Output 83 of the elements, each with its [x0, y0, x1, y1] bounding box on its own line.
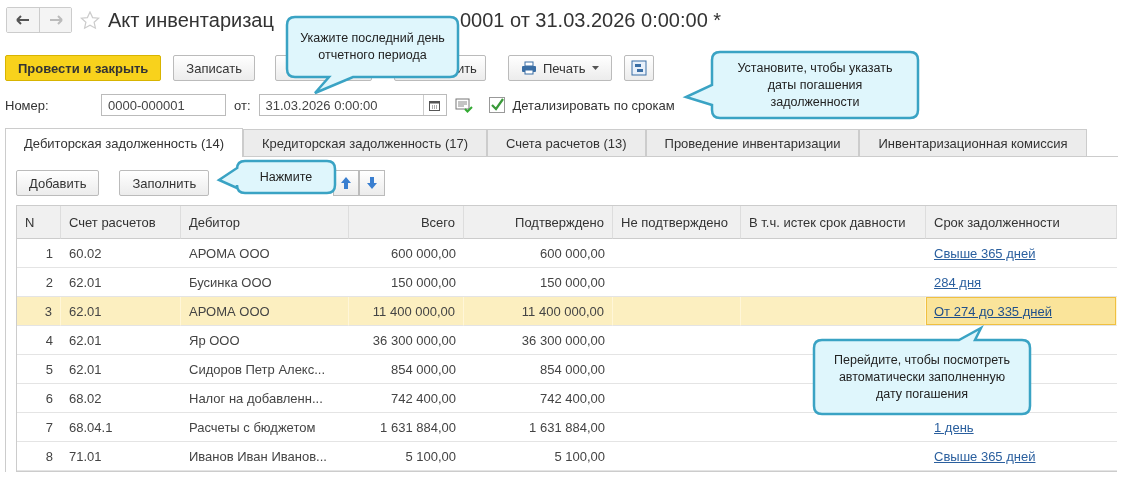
document-check-icon[interactable]	[454, 97, 473, 113]
term-link[interactable]: От 274 до 335 дней	[926, 297, 1117, 326]
date-field[interactable]: 31.03.2026 0:00:00	[258, 94, 447, 116]
callout-text: Установите, чтобы указать даты погашения задолженности	[736, 59, 894, 111]
printer-icon	[520, 61, 537, 75]
table-cell: 68.02	[61, 384, 181, 413]
back-arrow-icon	[16, 15, 30, 25]
column-header[interactable]: Не подтверждено	[613, 206, 741, 239]
back-button[interactable]	[7, 8, 39, 32]
table-cell: 1 631 884,00	[464, 413, 613, 442]
add-button[interactable]: Добавить	[16, 170, 100, 196]
table-cell: 600 000,00	[349, 239, 464, 268]
table-cell: 36 300 000,00	[464, 326, 613, 355]
table-cell: 62.01	[61, 326, 181, 355]
forward-arrow-icon	[48, 15, 63, 25]
table-cell: 7	[17, 413, 61, 442]
tab[interactable]: Дебиторская задолженность (14)	[5, 128, 243, 157]
table-cell: АРОМА ООО	[181, 239, 349, 268]
move-down-button[interactable]	[359, 170, 386, 196]
table-cell: 60.02	[61, 239, 181, 268]
table-cell: 854 000,00	[464, 355, 613, 384]
table-cell: 3	[17, 297, 61, 326]
table-cell: 742 400,00	[464, 384, 613, 413]
table-cell: 600 000,00	[464, 239, 613, 268]
column-header[interactable]: Счет расчетов	[61, 206, 181, 239]
table-cell: 36 300 000,00	[349, 326, 464, 355]
table-cell: 6	[17, 384, 61, 413]
tab[interactable]: Кредиторская задолженность (17)	[243, 129, 487, 156]
table-cell: 62.01	[61, 297, 181, 326]
detail-checkbox[interactable]	[488, 97, 505, 113]
save-button[interactable]: Записать	[173, 55, 255, 81]
column-header[interactable]: В т.ч. истек срок давности	[741, 206, 926, 239]
table-cell: АРОМА ООО	[181, 297, 349, 326]
number-label: Номер:	[5, 97, 50, 113]
table-cell: 854 000,00	[349, 355, 464, 384]
table-cell: 1	[17, 239, 61, 268]
table-cell: 11 400 000,00	[464, 297, 613, 326]
column-header[interactable]: Срок задолженности	[926, 206, 1117, 239]
arrow-up-icon	[341, 177, 352, 189]
tab[interactable]: Счета расчетов (13)	[487, 129, 646, 156]
table-cell: 1 631 884,00	[349, 413, 464, 442]
structure-button[interactable]	[623, 55, 654, 81]
term-link[interactable]: Свыше 365 дней	[926, 239, 1117, 268]
arrow-down-icon	[367, 177, 378, 189]
star-icon[interactable]	[80, 10, 100, 30]
date-label: от:	[234, 97, 251, 113]
table-cell: 4	[17, 326, 61, 355]
table-cell: Яр ООО	[181, 326, 349, 355]
window-title: 0001 от 31.03.2026 0:00:00 *	[459, 8, 722, 32]
callout-text: Нажмите	[258, 168, 314, 186]
table-cell: 5 100,00	[349, 442, 464, 471]
column-header[interactable]: Всего	[349, 206, 464, 239]
date-value: 31.03.2026 0:00:00	[265, 97, 378, 113]
table-cell: 71.01	[61, 442, 181, 471]
table-cell: 8	[17, 442, 61, 471]
tab[interactable]: Инвентаризационная комиссия	[859, 129, 1087, 156]
post-and-close-button[interactable]: Провести и закрыть	[5, 55, 162, 81]
table-cell: Иванов Иван Иванов...	[181, 442, 349, 471]
column-header[interactable]: Дебитор	[181, 206, 349, 239]
table-cell: 5 100,00	[464, 442, 613, 471]
caret-icon	[591, 66, 599, 70]
table-cell: Налог на добавленн...	[181, 384, 349, 413]
table-cell: 742 400,00	[349, 384, 464, 413]
tab[interactable]: Проведение инвентаризации	[645, 129, 860, 156]
fill-button[interactable]: Заполнить	[119, 170, 210, 196]
calendar-icon[interactable]	[429, 99, 440, 111]
column-header[interactable]: Подтверждено	[464, 206, 613, 239]
structure-icon	[630, 60, 647, 76]
table-cell: Сидоров Петр Алекс...	[181, 355, 349, 384]
table-cell: 68.04.1	[61, 413, 181, 442]
checkbox-label: Детализировать по срокам	[512, 97, 675, 113]
table-cell: 62.01	[61, 355, 181, 384]
table-cell: 5	[17, 355, 61, 384]
number-field[interactable]: 0000-000001	[101, 94, 226, 116]
column-header[interactable]: N	[17, 206, 61, 239]
callout-text: Перейдите, чтобы посмотреть автоматически заполненную дату погашения	[833, 351, 1011, 403]
print-button[interactable]: Печать	[507, 55, 612, 81]
checkmark-icon	[489, 98, 504, 112]
callout-text: Укажите последний день отчетного периода	[299, 30, 446, 64]
table-cell: 11 400 000,00	[349, 297, 464, 326]
table-cell: Расчеты с бюджетом	[181, 413, 349, 442]
window-title: Акт инвентаризац	[108, 8, 274, 32]
term-link[interactable]: Свыше 365 дней	[926, 442, 1117, 471]
